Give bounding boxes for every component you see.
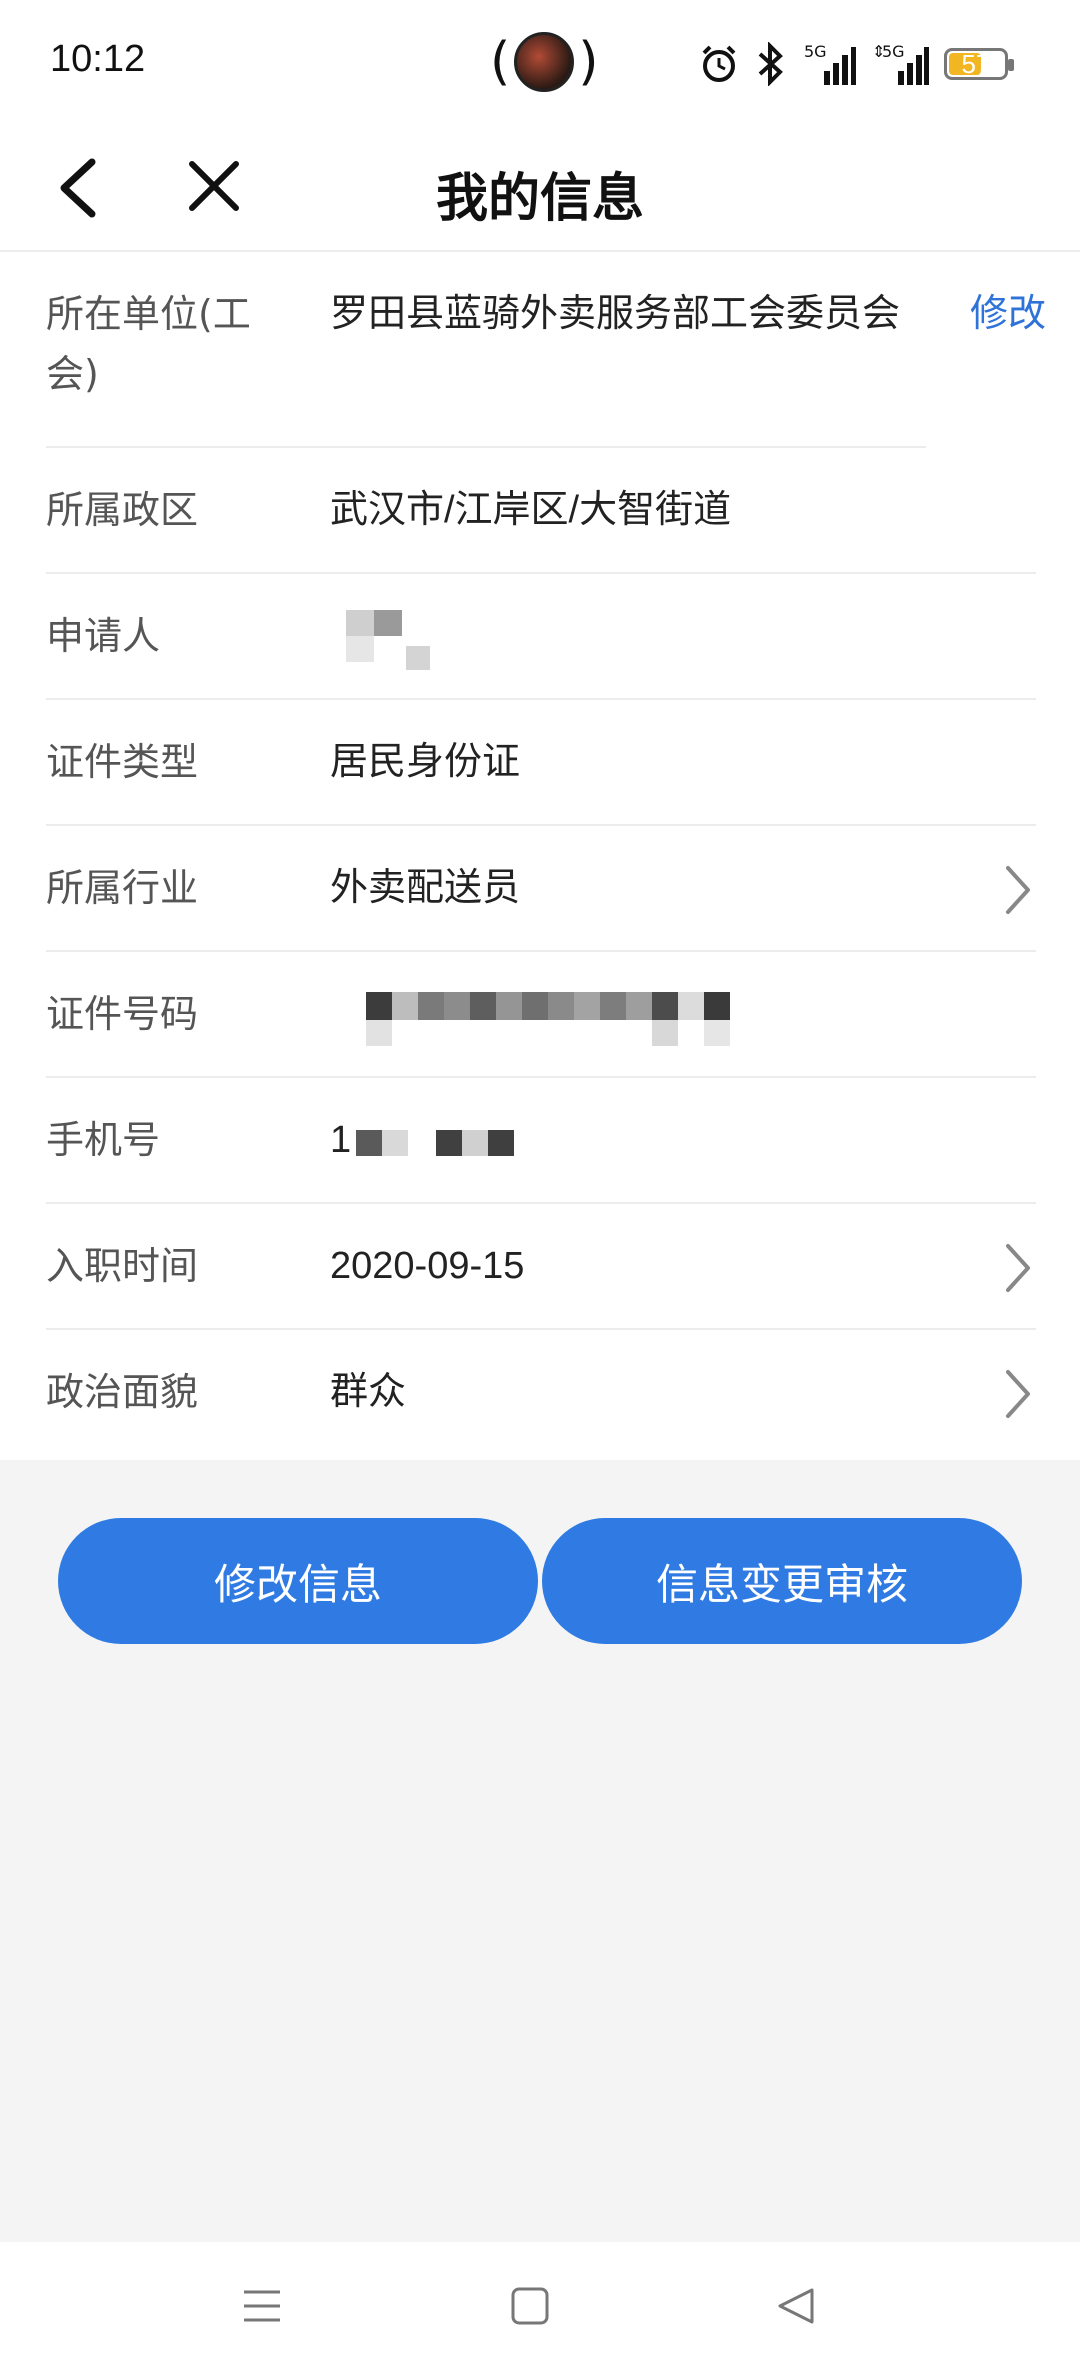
chevron-right-icon: [1006, 1244, 1030, 1292]
info-list: 所在单位(工会) 罗田县蓝骑外卖服务部工会委员会 修改 所属政区 武汉市/江岸区…: [0, 252, 1080, 1460]
chevron-right-icon: [1006, 1370, 1030, 1418]
info-label: 证件号码: [46, 992, 199, 1036]
signal-5g-icon: 5G: [804, 42, 856, 85]
modify-info-button[interactable]: 修改信息: [58, 1518, 538, 1644]
info-label: 申请人: [46, 614, 161, 658]
screen-record-indicator: ( ): [490, 30, 599, 94]
alarm-icon: [702, 45, 736, 82]
svg-text:5G: 5G: [804, 42, 827, 61]
page-title: 我的信息: [435, 169, 644, 229]
signal-5g-icon-2: ⇕ 5G: [872, 42, 929, 85]
chevron-right-icon: [1006, 866, 1030, 914]
avatar: [514, 32, 575, 92]
home-icon[interactable]: [510, 2286, 550, 2326]
info-row-industry[interactable]: 所属行业 外卖配送员: [46, 826, 1036, 952]
info-value: 2020-09-15: [330, 1245, 525, 1287]
nav-bar: 我的信息: [0, 120, 1080, 252]
info-value: 居民身份证: [330, 741, 521, 783]
info-label: 所在单位(工会): [46, 292, 251, 396]
battery-cap: [1008, 59, 1014, 71]
status-bar: 10:12 ( ) 5G ⇕ 5G 57: [0, 0, 1080, 120]
info-row-phone: 手机号 1: [46, 1078, 1036, 1204]
info-row-id-type: 证件类型 居民身份证: [46, 700, 1036, 826]
info-row-union: 所在单位(工会) 罗田县蓝骑外卖服务部工会委员会: [46, 252, 926, 448]
info-change-review-button[interactable]: 信息变更审核: [542, 1518, 1022, 1644]
info-row-id-number: 证件号码: [46, 952, 1036, 1078]
info-row-applicant: 申请人: [46, 574, 1036, 700]
menu-icon[interactable]: [242, 2286, 282, 2326]
bluetooth-icon: [758, 42, 783, 86]
info-label: 所属行业: [46, 866, 199, 910]
info-value: 1: [330, 1119, 352, 1161]
battery-level: 57: [961, 48, 991, 79]
info-label: 证件类型: [46, 740, 199, 784]
info-label: 入职时间: [46, 1244, 199, 1288]
svg-text:5G: 5G: [882, 42, 905, 61]
info-label: 所属政区: [46, 488, 199, 532]
info-label: 手机号: [46, 1118, 161, 1162]
status-icons: 5G ⇕ 5G 57: [698, 36, 1014, 92]
battery-icon: 57: [944, 48, 1014, 80]
info-label: 政治面貌: [46, 1370, 199, 1414]
system-nav-bar: [0, 2242, 1080, 2376]
info-value: 群众: [330, 1371, 407, 1413]
masked-phone: [356, 1130, 556, 1160]
info-row-hire-date[interactable]: 入职时间 2020-09-15: [46, 1204, 1036, 1330]
edit-union-link[interactable]: 修改: [970, 282, 1046, 337]
indicator-paren-left: (: [490, 32, 511, 92]
action-buttons: 修改信息 信息变更审核: [58, 1518, 1022, 1644]
masked-id-number: [346, 992, 756, 1048]
masked-name: [346, 610, 436, 670]
back-triangle-icon[interactable]: [776, 2286, 816, 2326]
info-value: 外卖配送员: [330, 867, 521, 909]
info-row-political-status[interactable]: 政治面貌 群众: [46, 1330, 1036, 1460]
status-time: 10:12: [50, 38, 146, 80]
info-value: 罗田县蓝骑外卖服务部工会委员会: [330, 293, 901, 335]
info-value: 武汉市/江岸区/大智街道: [330, 489, 732, 531]
info-row-region[interactable]: 所属政区 武汉市/江岸区/大智街道: [46, 448, 1036, 574]
indicator-paren-right: ): [578, 32, 599, 92]
